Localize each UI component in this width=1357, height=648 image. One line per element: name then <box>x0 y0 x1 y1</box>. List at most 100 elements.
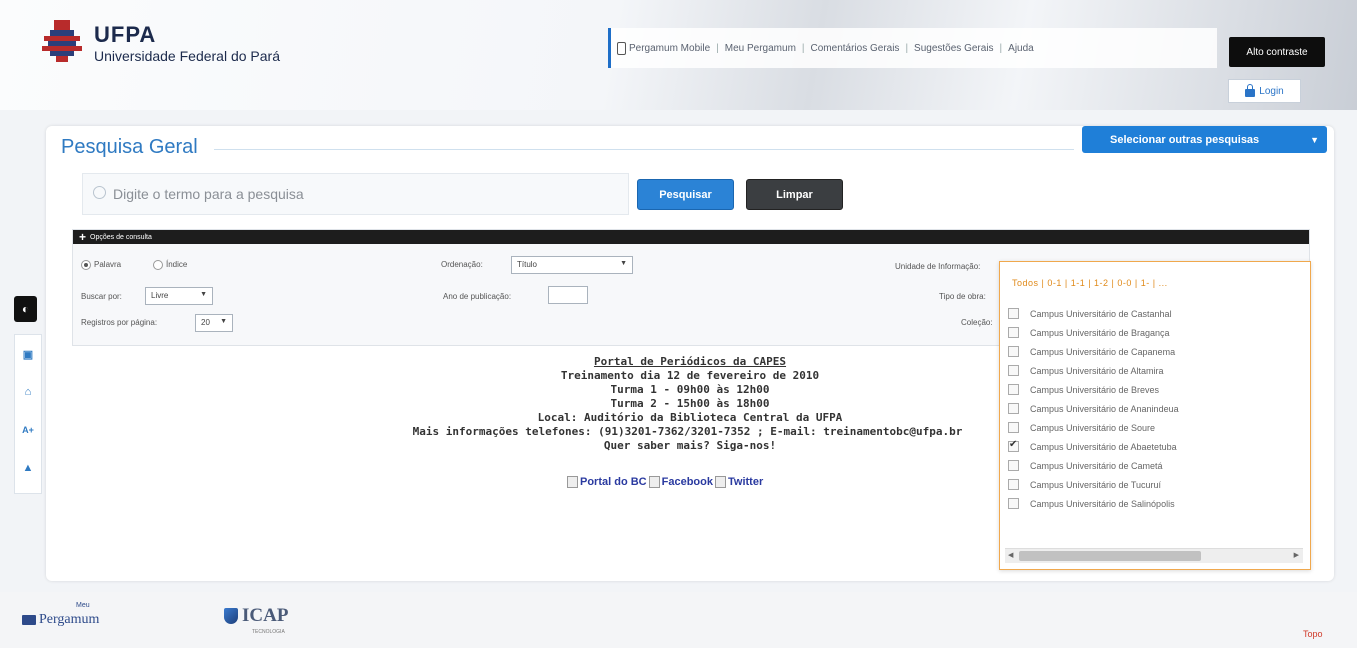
nav-label: Pergamum Mobile <box>629 42 711 54</box>
buscar-por-value: Livre <box>151 291 169 300</box>
campus-option[interactable]: Campus Universitário de Capanema <box>1008 342 1303 361</box>
campus-option[interactable]: Campus Universitário de Bragança <box>1008 323 1303 342</box>
other-searches-dropdown[interactable]: Selecionar outras pesquisas ▼ <box>1082 126 1327 153</box>
campus-option[interactable]: Campus Universitário de Cametá <box>1008 456 1303 475</box>
announcement-line: Mais informações telefones: (91)3201-736… <box>412 425 963 438</box>
campus-option[interactable]: Campus Universitário de Soure <box>1008 418 1303 437</box>
ufpa-logo[interactable]: UFPA Universidade Federal do Pará <box>40 18 320 68</box>
campus-list: Campus Universitário de Castanhal Campus … <box>1008 304 1303 513</box>
checkbox[interactable] <box>1008 422 1019 433</box>
lock-icon <box>1245 83 1256 97</box>
registros-select[interactable]: 20 ▼ <box>195 314 233 332</box>
chevron-down-icon: ▼ <box>1310 135 1319 145</box>
social-links: Portal do BC Facebook Twitter <box>567 476 763 488</box>
high-contrast-button[interactable]: Alto contraste <box>1229 37 1325 67</box>
dropdown-filter-nav[interactable]: Todos | 0-1 | 1-1 | 1-2 | 0-0 | 1- | ... <box>1012 278 1168 288</box>
clear-button[interactable]: Limpar <box>746 179 843 210</box>
campus-option[interactable]: Campus Universitário de Salinópolis <box>1008 494 1303 513</box>
colecao-label: Coleção: <box>961 318 993 327</box>
pergamum-logo[interactable]: Pergamum <box>22 612 99 628</box>
folder-icon <box>22 615 36 625</box>
pergamum-label: Pergamum <box>39 612 100 627</box>
meu-label: Meu <box>76 602 90 609</box>
portal-bc-link[interactable]: Portal do BC <box>567 476 647 488</box>
chevron-down-icon: ▼ <box>200 291 207 298</box>
nav-meu-pergamum[interactable]: Meu Pergamum <box>719 43 802 54</box>
announcement-line: Turma 2 - 15h00 às 18h00 <box>610 397 770 410</box>
campus-option-label: Campus Universitário de Castanhal <box>1030 308 1172 319</box>
home-icon[interactable]: ⌂ <box>21 385 35 399</box>
horizontal-scrollbar[interactable]: ◀ ▶ <box>1005 548 1303 563</box>
campus-option[interactable]: Campus Universitário de Breves <box>1008 380 1303 399</box>
checkbox[interactable] <box>1008 460 1019 471</box>
checkbox-checked[interactable] <box>1008 439 1019 452</box>
icap-logo[interactable]: ICAP <box>224 605 288 627</box>
nav-pergamum-mobile[interactable]: Pergamum Mobile <box>611 41 716 55</box>
shield-icon <box>224 608 238 624</box>
campus-option-label: Campus Universitário de Bragança <box>1030 327 1170 338</box>
registros-value: 20 <box>201 318 210 327</box>
top-navigation: Pergamum Mobile | Meu Pergamum | Comentá… <box>608 28 1217 68</box>
scroll-right-icon[interactable]: ▶ <box>1294 551 1299 559</box>
checkbox[interactable] <box>1008 498 1019 509</box>
header: UFPA Universidade Federal do Pará Pergam… <box>0 0 1357 110</box>
expand-plus-icon: + <box>79 230 87 244</box>
broken-image-icon <box>714 476 726 488</box>
campus-option[interactable]: Campus Universitário de Ananindeua <box>1008 399 1303 418</box>
nav-comentarios-gerais[interactable]: Comentários Gerais <box>805 43 906 54</box>
scroll-left-icon[interactable]: ◀ <box>1008 551 1013 559</box>
campus-option-label: Campus Universitário de Soure <box>1030 422 1156 433</box>
nav-sugestoes-gerais[interactable]: Sugestões Gerais <box>908 43 1000 54</box>
scroll-top-icon[interactable]: ▲ <box>21 461 35 475</box>
search-button[interactable]: Pesquisar <box>637 179 734 210</box>
mobile-icon <box>617 41 626 55</box>
ufpa-emblem-icon <box>42 20 82 62</box>
radio-palavra[interactable]: Palavra <box>81 260 121 270</box>
campus-option[interactable]: Campus Universitário de Tucuruí <box>1008 475 1303 494</box>
campus-option[interactable]: Campus Universitário de Abaetetuba <box>1008 437 1303 456</box>
sitemap-icon[interactable]: ▣ <box>21 347 35 361</box>
checkbox[interactable] <box>1008 346 1019 357</box>
campus-option-label: Campus Universitário de Breves <box>1030 384 1160 395</box>
campus-option-label: Campus Universitário de Tucuruí <box>1030 479 1162 490</box>
radio-label: Palavra <box>94 260 122 270</box>
contrast-icon[interactable]: ◐ <box>14 296 37 322</box>
icap-label: ICAP <box>242 605 289 626</box>
footer: Meu Pergamum ICAP TECNOLOGIA Topo <box>0 592 1357 648</box>
checkbox[interactable] <box>1008 479 1019 490</box>
search-field <box>82 173 629 215</box>
campus-option-label: Campus Universitário de Altamira <box>1030 365 1164 376</box>
announcement-link[interactable]: Portal de Periódicos da CAPES <box>380 355 1000 369</box>
login-button[interactable]: Login <box>1228 79 1301 103</box>
twitter-link[interactable]: Twitter <box>714 476 763 488</box>
checkbox[interactable] <box>1008 308 1019 319</box>
search-icon <box>93 186 106 199</box>
search-input[interactable] <box>111 183 615 205</box>
buscar-por-select[interactable]: Livre ▼ <box>145 287 213 305</box>
back-to-top-link[interactable]: Topo <box>1303 629 1323 639</box>
broken-image-icon <box>648 476 660 488</box>
social-label: Portal do BC <box>580 476 647 488</box>
checkbox[interactable] <box>1008 327 1019 338</box>
nav-ajuda[interactable]: Ajuda <box>1002 43 1040 54</box>
page-title: Pesquisa Geral <box>61 136 198 158</box>
radio-indice[interactable]: Índice <box>153 260 187 270</box>
broken-image-icon <box>567 476 578 488</box>
ano-publicacao-input[interactable] <box>548 286 588 304</box>
facebook-link[interactable]: Facebook <box>648 476 713 488</box>
logo-title: UFPA <box>94 22 157 47</box>
checkbox[interactable] <box>1008 403 1019 414</box>
scrollbar-thumb[interactable] <box>1019 551 1201 561</box>
checkbox[interactable] <box>1008 384 1019 395</box>
font-size-icon[interactable]: A+ <box>21 423 35 437</box>
checkbox[interactable] <box>1008 365 1019 376</box>
radio-label: Índice <box>166 260 188 270</box>
announcement: Portal de Periódicos da CAPES Treinament… <box>380 355 1000 453</box>
ordenacao-select[interactable]: Título ▼ <box>511 256 633 274</box>
ordenacao-value: Título <box>517 260 538 269</box>
registros-label: Registros por página: <box>81 318 158 327</box>
options-header[interactable]: + Opções de consulta <box>73 230 1309 244</box>
campus-option[interactable]: Campus Universitário de Altamira <box>1008 361 1303 380</box>
campus-option[interactable]: Campus Universitário de Castanhal <box>1008 304 1303 323</box>
title-divider <box>214 149 1074 150</box>
